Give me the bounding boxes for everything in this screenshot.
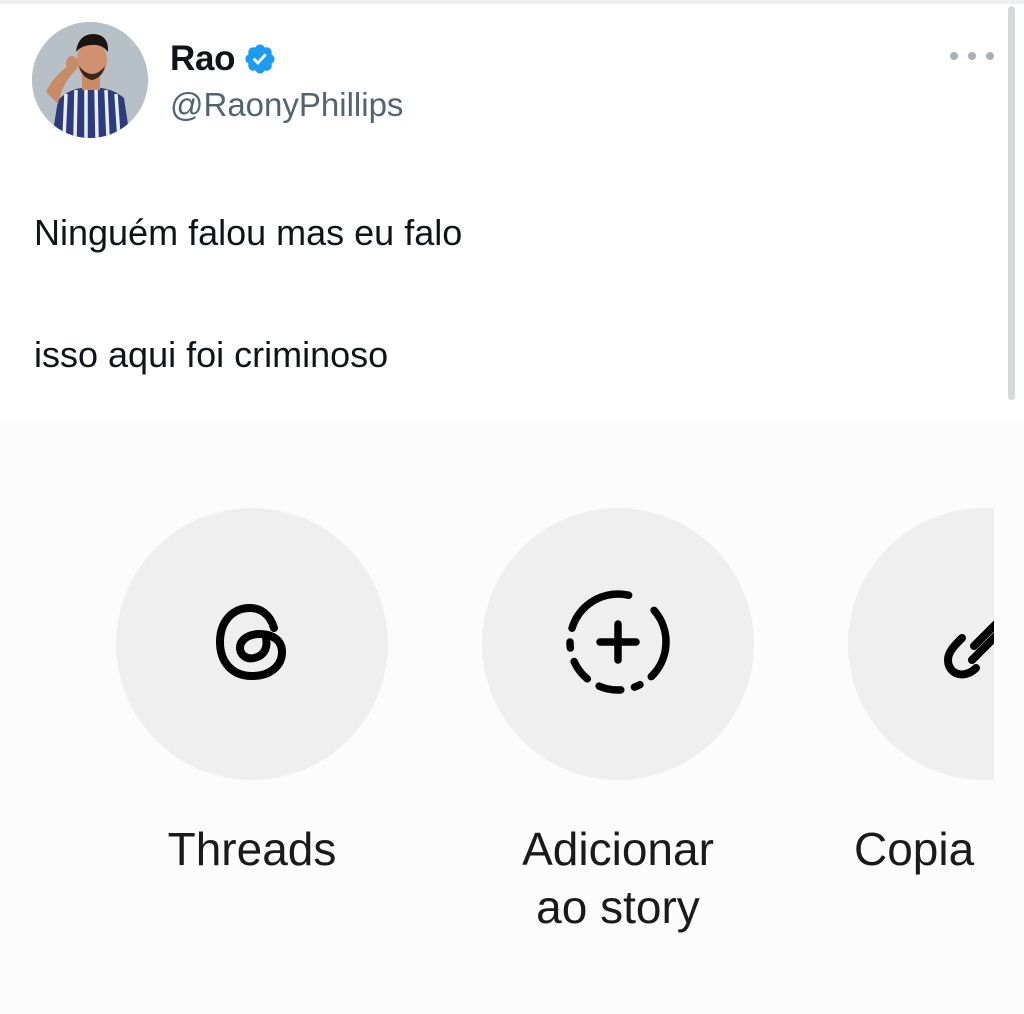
share-circle[interactable] [116,508,388,780]
verified-badge-icon [243,42,277,76]
scrollbar[interactable] [1008,6,1015,400]
add-story-icon [558,582,678,707]
share-sheet: Threads Adicionar ao story Copia [0,420,1024,1014]
author-name-row[interactable]: Rao [170,36,277,82]
link-icon [932,588,994,713]
author-handle[interactable]: @RaonyPhillips [170,86,403,124]
tweet-text-line: Ninguém falou mas eu falo [34,212,463,253]
more-dot [968,52,976,60]
avatar[interactable] [32,22,148,138]
tweet-text-line: isso aqui foi criminoso [34,334,389,375]
share-add-story-button[interactable]: Adicionar ao story [482,508,754,936]
share-threads-button[interactable]: Threads [116,508,388,878]
share-circle[interactable] [482,508,754,780]
more-dot [986,52,994,60]
share-circle[interactable] [848,508,994,780]
share-label-copy: Copia [854,823,975,875]
share-copy-link-button[interactable]: Copia [848,508,994,878]
share-label-add-story: Adicionar ao story [522,823,714,933]
more-horizontal-icon[interactable] [950,44,994,68]
share-label-threads: Threads [167,823,337,875]
top-divider [0,0,1024,4]
threads-icon [204,594,300,695]
author-display-name[interactable]: Rao [170,39,236,79]
more-dot [950,52,958,60]
